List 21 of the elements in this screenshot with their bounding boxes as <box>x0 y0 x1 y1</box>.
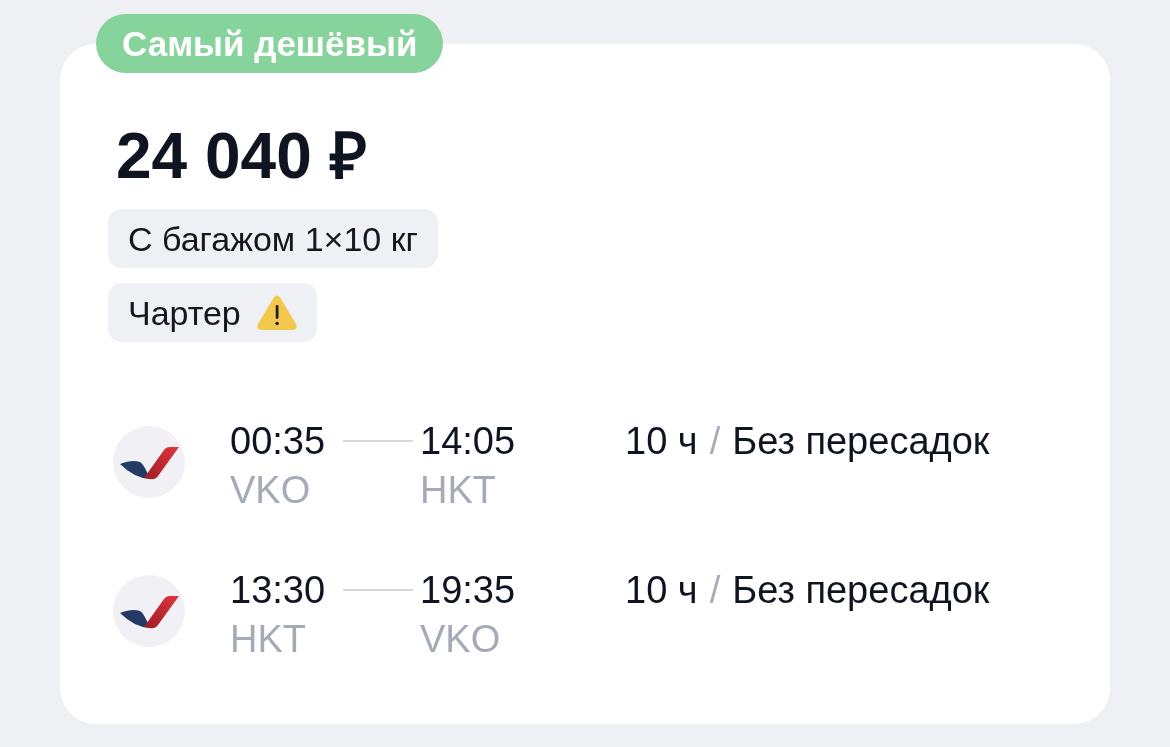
departure-time: 13:30 <box>230 568 327 613</box>
checkmark-logo-icon <box>113 426 185 498</box>
duration-text: 10 ч <box>625 419 698 464</box>
departure-time: 00:35 <box>230 419 327 464</box>
departure-airport-code: HKT <box>230 617 307 662</box>
tag-label: С багажом 1×10 кг <box>128 221 418 256</box>
arrival-airport-code: HKT <box>420 468 497 513</box>
stops-text: Без пересадок <box>732 568 990 613</box>
arrival-time: 14:05 <box>420 419 517 464</box>
separator-text: / <box>709 419 721 464</box>
departure-airport-code: VKO <box>230 468 312 513</box>
tag-label: Чартер <box>128 295 241 330</box>
cheapest-badge: Самый дешёвый <box>96 14 444 73</box>
separator-text: / <box>709 568 721 613</box>
warning-icon <box>256 294 297 331</box>
price: 24 040 ₽ <box>116 124 367 188</box>
arrival-airport-code: VKO <box>420 617 502 662</box>
duration-text: 10 ч <box>625 568 698 613</box>
arrival-time: 19:35 <box>420 568 517 613</box>
checkmark-logo-icon <box>113 575 185 647</box>
stops-text: Без пересадок <box>732 419 990 464</box>
